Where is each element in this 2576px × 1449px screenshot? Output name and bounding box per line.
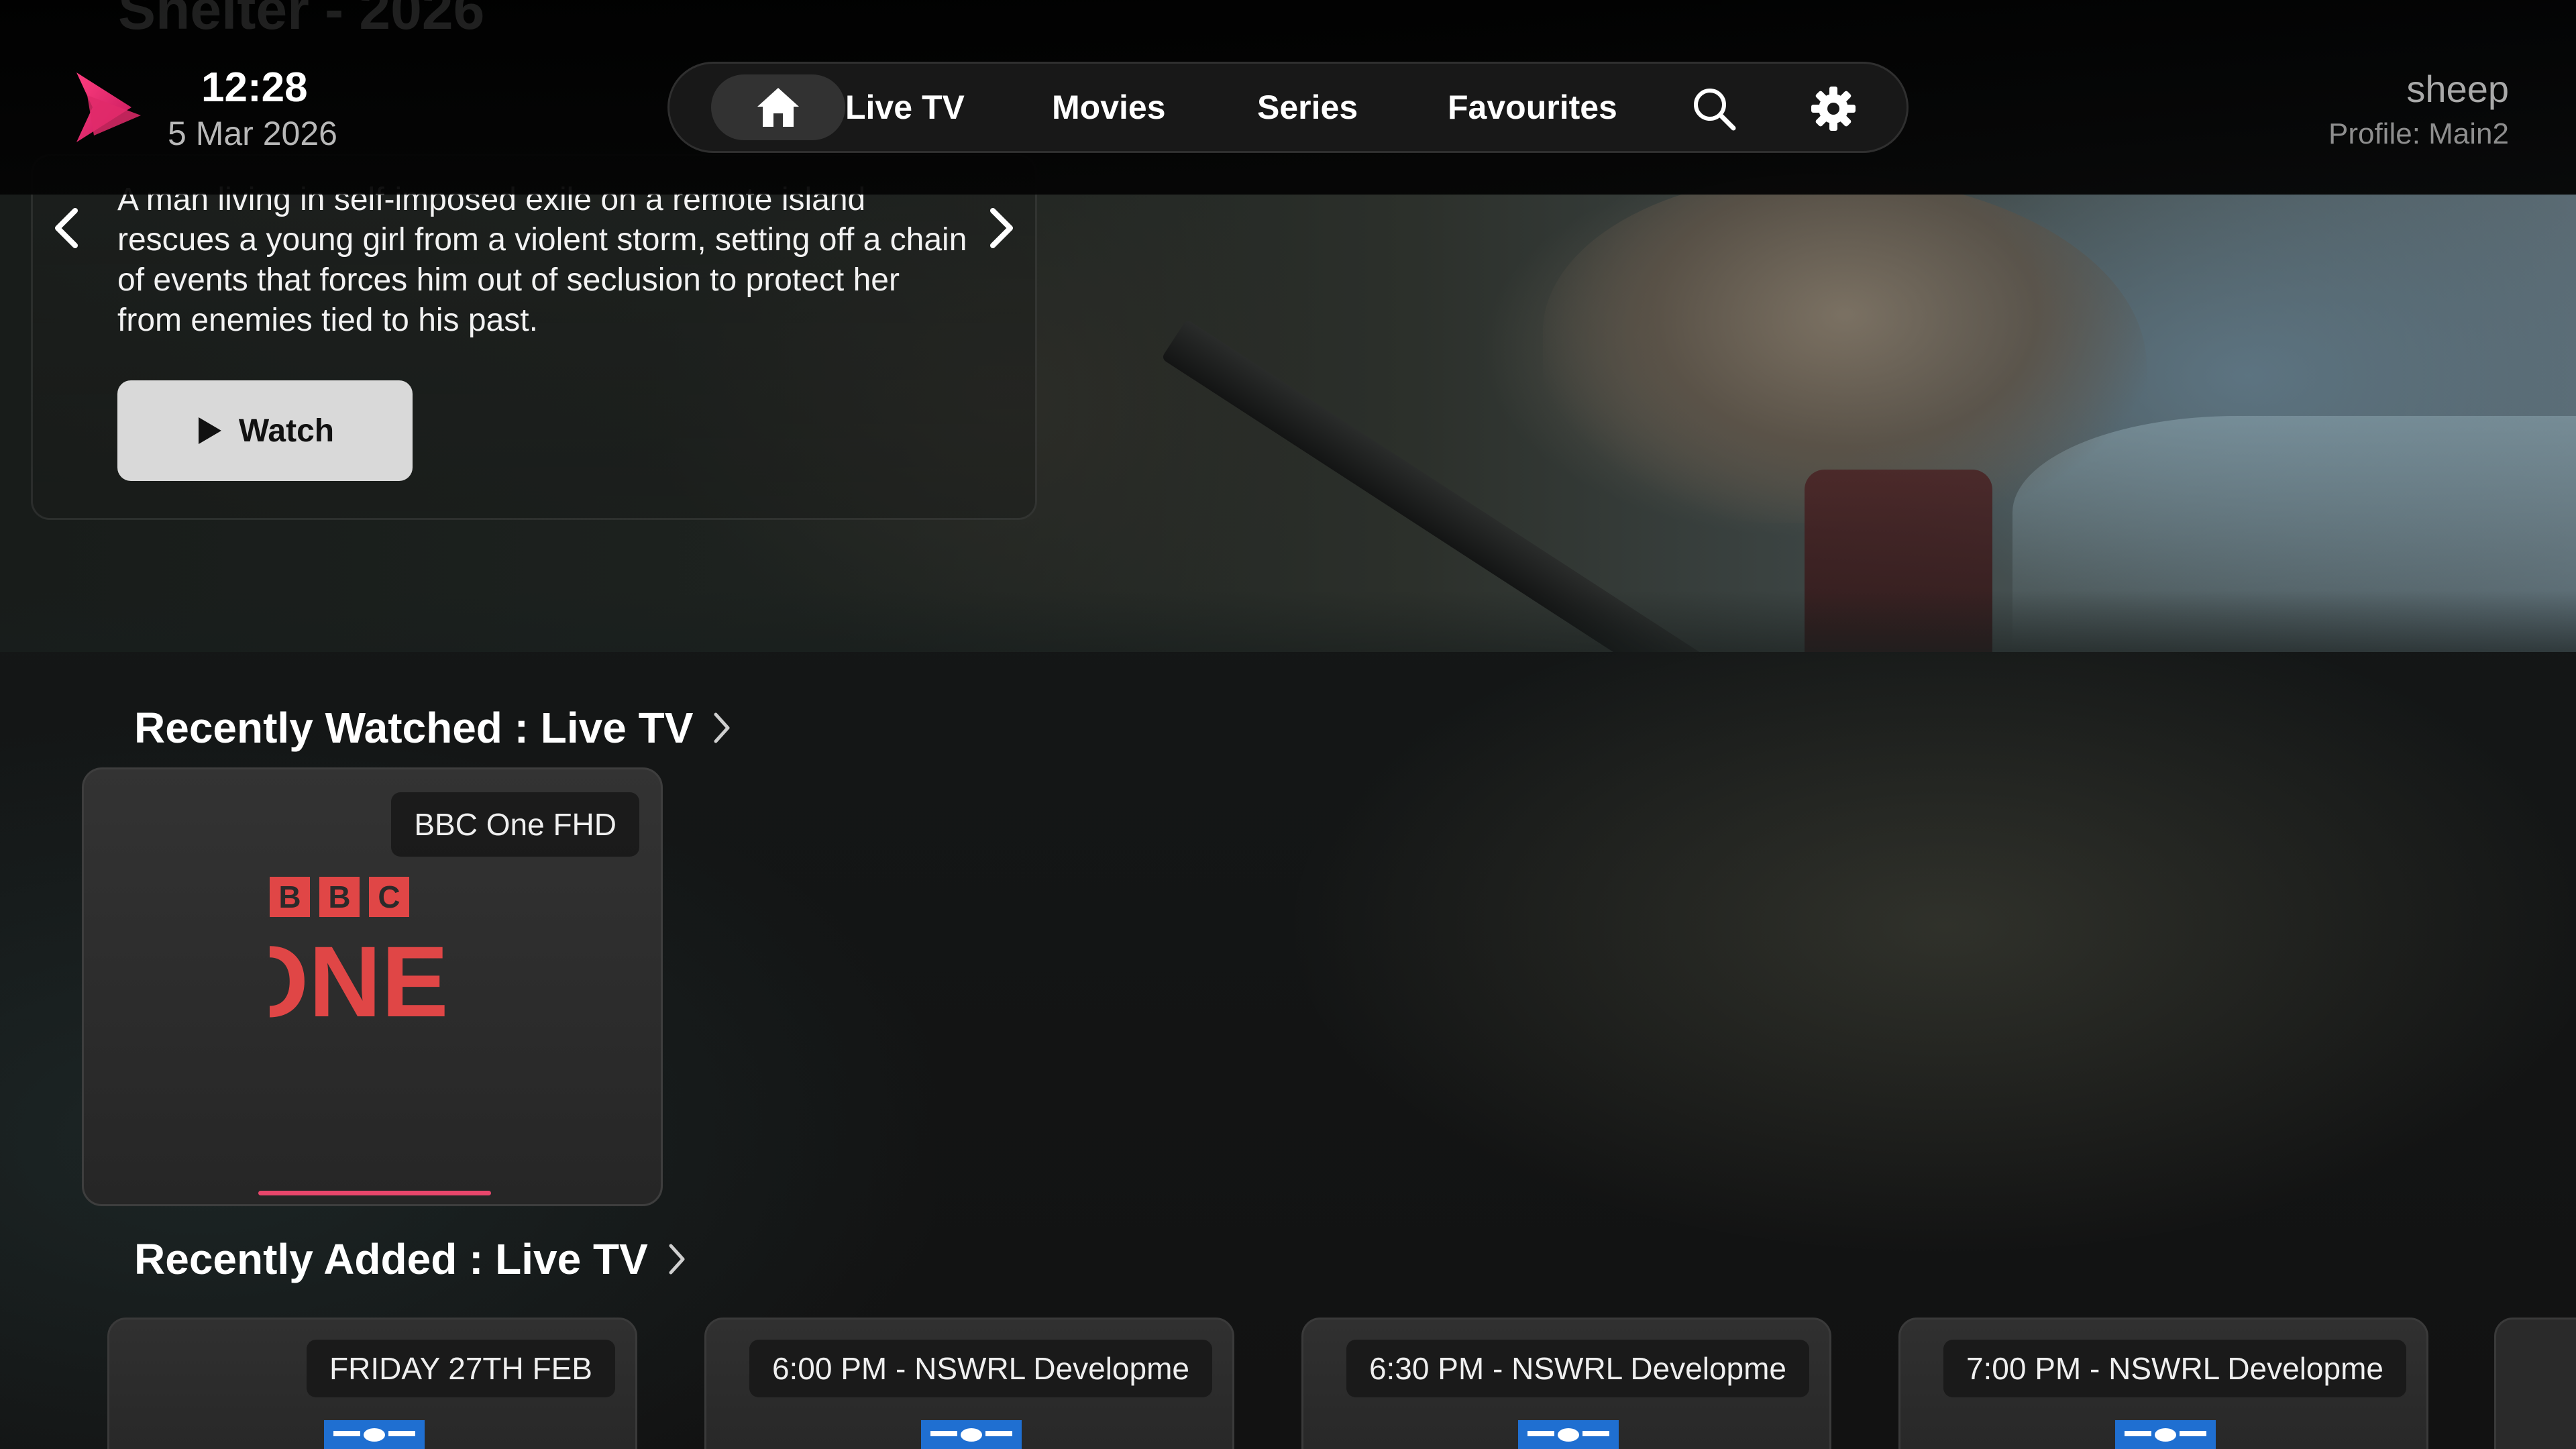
recently-added-card[interactable]: 6:00 PM - NSWRL Developme [704, 1318, 1234, 1449]
program-chip: FRIDAY 27TH FEB [307, 1340, 615, 1397]
channel-logo-icon [2115, 1420, 2216, 1449]
bbc-logo-letter-3: C [378, 879, 400, 914]
hero-description: A man living in self-imposed exile on a … [117, 182, 967, 338]
program-chip: 7:00 PM - NSWRL Developme [1943, 1340, 2406, 1397]
watch-button-label: Watch [238, 413, 335, 449]
recently-added-title-label: Recently Added : Live TV [134, 1235, 648, 1283]
nav-movies[interactable]: Movies [1052, 64, 1166, 151]
program-chip: 6:30 PM - NSWRL Developme [1346, 1340, 1809, 1397]
ghost-title: Shelter - 2026 [118, 0, 485, 41]
channel-card-bbc-one[interactable]: BBC One FHD B B C ONE [82, 767, 663, 1206]
recently-added-card[interactable]: FRIDAY 27TH FEB [107, 1318, 637, 1449]
clock-date: 5 Mar 2026 [168, 115, 337, 152]
watch-progress-bar [258, 1191, 491, 1195]
app-logo-icon[interactable] [67, 67, 148, 148]
top-bar: Shelter - 2026 12:28 5 Mar 2026 Live TV … [0, 0, 2576, 195]
nav-live-tv[interactable]: Live TV [845, 64, 965, 151]
bbc-logo-letter-2: B [328, 879, 350, 914]
channel-logo-icon [324, 1420, 425, 1449]
nav-series[interactable]: Series [1257, 64, 1358, 151]
previous-arrow-icon[interactable] [47, 201, 87, 255]
user-name[interactable]: sheep [2406, 67, 2509, 111]
recently-added-title[interactable]: Recently Added : Live TV [134, 1234, 687, 1284]
clock-time: 12:28 [201, 64, 308, 111]
play-icon [198, 417, 221, 444]
bbc-logo-letter-1: B [278, 879, 301, 914]
chevron-right-icon [714, 712, 730, 743]
bbc-one-logo: B B C ONE [270, 877, 449, 1038]
gear-icon[interactable] [1810, 85, 1857, 132]
recently-added-card-partial[interactable] [2494, 1318, 2576, 1449]
recently-added-card[interactable]: 6:30 PM - NSWRL Developme [1301, 1318, 1831, 1449]
recently-watched-title-label: Recently Watched : Live TV [134, 704, 694, 752]
hero-backdrop-fade [0, 590, 2576, 652]
user-profile: Profile: Main2 [2328, 117, 2509, 150]
channel-logo-icon [1518, 1420, 1619, 1449]
channel-logo-icon [921, 1420, 1022, 1449]
watch-button[interactable]: Watch [117, 380, 413, 481]
recently-added-card[interactable]: 7:00 PM - NSWRL Developme [1898, 1318, 2428, 1449]
app-screen: A man living in self-imposed exile on a … [0, 0, 2576, 1449]
chevron-right-icon [669, 1244, 685, 1275]
nav-home-button[interactable] [711, 74, 845, 140]
next-arrow-icon[interactable] [981, 201, 1021, 255]
search-icon[interactable] [1690, 85, 1737, 132]
nav-favourites[interactable]: Favourites [1448, 64, 1617, 151]
home-icon [757, 88, 799, 127]
main-nav: Live TV Movies Series Favourites [667, 62, 1909, 153]
channel-name-chip: BBC One FHD [391, 792, 639, 857]
recently-watched-title[interactable]: Recently Watched : Live TV [134, 703, 732, 753]
program-chip: 6:00 PM - NSWRL Developme [749, 1340, 1212, 1397]
bbc-logo-one: ONE [270, 925, 449, 1038]
